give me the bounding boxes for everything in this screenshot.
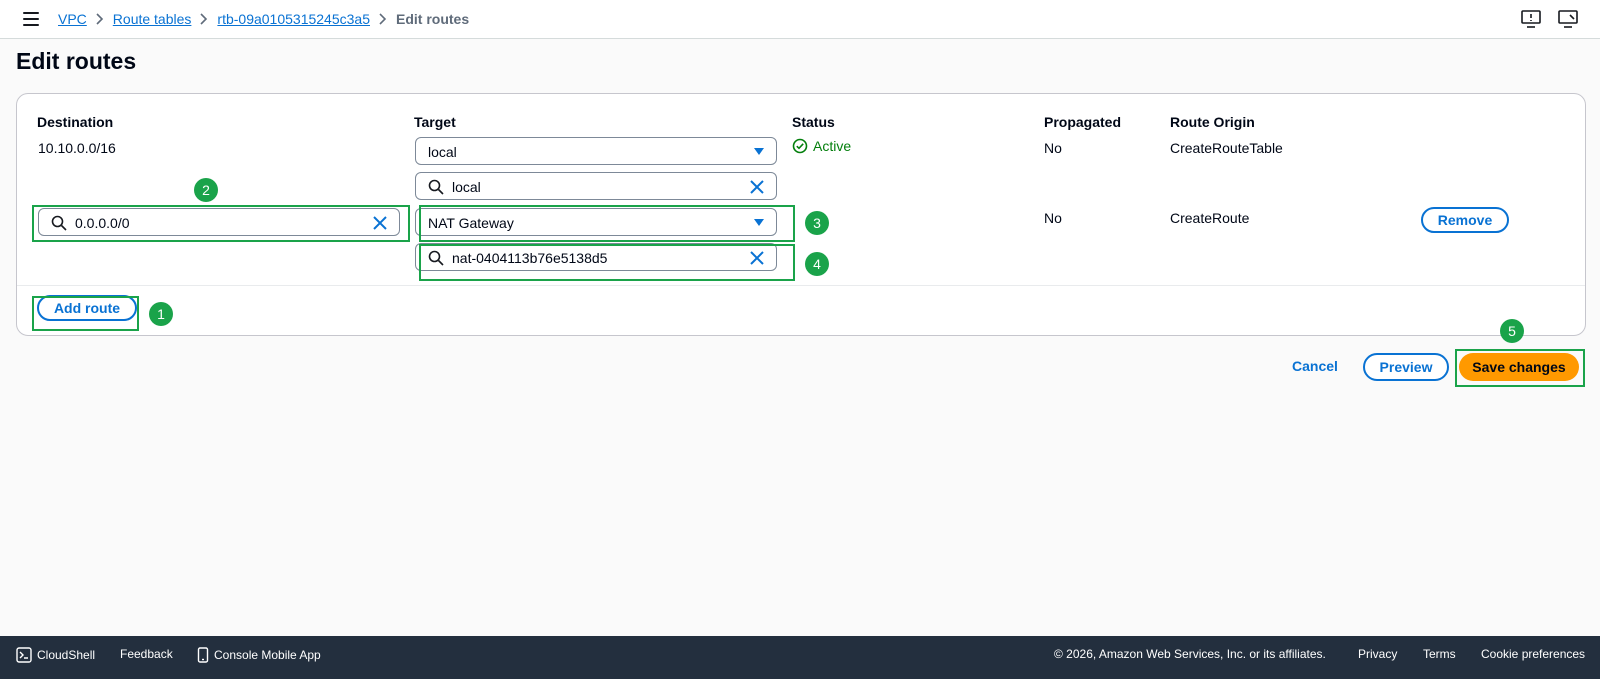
column-status: Status (792, 114, 835, 130)
console-mobile-app-link[interactable]: Console Mobile App (197, 647, 321, 663)
route-1-status-text: Active (813, 138, 852, 154)
route-2-destination-value: 0.0.0.0/0 (75, 215, 130, 231)
add-route-button[interactable]: Add route (37, 295, 137, 321)
search-icon (51, 215, 67, 231)
preview-button[interactable]: Preview (1363, 353, 1449, 381)
annotation-badge-3: 3 (805, 211, 829, 235)
route-1-destination: 10.10.0.0/16 (38, 140, 116, 156)
route-2-target-search[interactable]: nat-0404113b76e5138d5 (415, 243, 777, 271)
cancel-button[interactable]: Cancel (1292, 358, 1338, 374)
breadcrumb-vpc[interactable]: VPC (58, 11, 87, 27)
route-1-target-value: local (428, 144, 457, 160)
cloudshell-link[interactable]: CloudShell (16, 647, 95, 663)
save-changes-button[interactable]: Save changes (1459, 353, 1579, 381)
search-icon (428, 179, 444, 195)
route-1-target-select[interactable]: local (415, 137, 777, 165)
column-destination: Destination (37, 114, 114, 130)
breadcrumb-current: Edit routes (395, 11, 470, 27)
remove-button[interactable]: Remove (1421, 207, 1509, 233)
route-1-propagated: No (1044, 140, 1062, 156)
routes-panel: Destination Target Status Propagated Rou… (16, 93, 1586, 336)
chevron-right-icon (191, 10, 217, 28)
clear-icon[interactable] (371, 214, 389, 232)
route-1-status: Active (792, 138, 851, 154)
annotation-badge-1: 1 (149, 302, 173, 326)
column-target: Target (414, 114, 456, 130)
clear-icon[interactable] (748, 178, 766, 196)
annotation-badge-5: 5 (1500, 319, 1524, 343)
breadcrumb: VPC Route tables rtb-09a0105315245c3a5 E… (58, 10, 469, 28)
route-1-target-search-value: local (452, 179, 481, 195)
feedback-link[interactable]: Feedback (120, 647, 173, 661)
caret-down-icon (754, 219, 764, 226)
page-title: Edit routes (16, 48, 137, 74)
chevron-right-icon (370, 10, 396, 28)
column-route-origin: Route Origin (1170, 114, 1255, 130)
route-2-target-value: NAT Gateway (428, 215, 514, 231)
search-icon (428, 250, 444, 266)
annotation-badge-4: 4 (805, 252, 829, 276)
route-2-target-select[interactable]: NAT Gateway (415, 208, 777, 236)
console-mobile-app-label: Console Mobile App (214, 648, 321, 662)
clear-icon[interactable] (748, 249, 766, 267)
cloudshell-label: CloudShell (37, 648, 96, 662)
menu-icon[interactable] (23, 12, 39, 26)
status-success-icon (792, 138, 808, 154)
route-2-route-origin: CreateRoute (1170, 210, 1250, 226)
feedback-screen-icon[interactable] (1521, 10, 1541, 28)
breadcrumb-route-tables[interactable]: Route tables (113, 11, 192, 27)
route-2-target-search-value: nat-0404113b76e5138d5 (452, 250, 608, 266)
column-propagated: Propagated (1044, 114, 1122, 130)
route-1-route-origin: CreateRouteTable (1170, 140, 1283, 156)
breadcrumb-route-table-id[interactable]: rtb-09a0105315245c3a5 (217, 11, 370, 27)
divider (17, 285, 1585, 286)
copyright-text: © 2026, Amazon Web Services, Inc. or its… (1054, 647, 1326, 661)
privacy-link[interactable]: Privacy (1358, 647, 1397, 661)
route-2-destination-input[interactable]: 0.0.0.0/0 (38, 208, 400, 236)
route-1-target-search[interactable]: local (415, 172, 777, 200)
chevron-right-icon (87, 10, 113, 28)
top-bar: VPC Route tables rtb-09a0105315245c3a5 E… (0, 0, 1600, 39)
terms-link[interactable]: Terms (1423, 647, 1456, 661)
annotation-badge-2: 2 (194, 178, 218, 202)
footer: CloudShell Feedback Console Mobile App ©… (0, 636, 1600, 679)
split-panel-icon[interactable] (1558, 10, 1578, 28)
cookie-preferences-link[interactable]: Cookie preferences (1481, 647, 1585, 661)
route-2-propagated: No (1044, 210, 1062, 226)
caret-down-icon (754, 148, 764, 155)
cloudshell-icon (16, 647, 32, 663)
mobile-phone-icon (197, 647, 209, 663)
